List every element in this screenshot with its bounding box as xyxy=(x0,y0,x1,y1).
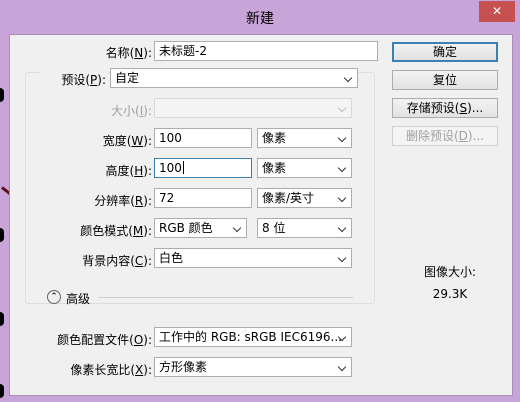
chevron-down-icon xyxy=(339,105,347,111)
ok-button[interactable]: 确定 xyxy=(392,42,498,62)
background-label: 背景内容(C): xyxy=(82,254,152,268)
delete-preset-button: 删除预设(D)... xyxy=(392,126,498,146)
background-select[interactable]: 白色 xyxy=(154,248,352,268)
height-field[interactable]: 100 xyxy=(154,158,252,178)
name-label: 名称(N): xyxy=(105,46,152,60)
edge-dot xyxy=(0,88,4,102)
color-profile-label: 颜色配置文件(O): xyxy=(57,333,152,347)
bit-depth-select[interactable]: 8 位 xyxy=(257,218,352,238)
resolution-field[interactable]: 72 xyxy=(154,188,252,208)
resolution-unit-select[interactable]: 像素/英寸 xyxy=(257,188,352,208)
chevron-down-icon xyxy=(339,165,347,171)
advanced-label[interactable]: 高级 xyxy=(66,290,90,307)
advanced-toggle-icon[interactable]: ⌃ xyxy=(47,290,61,304)
edge-dot xyxy=(0,384,4,398)
height-label: 高度(H): xyxy=(105,164,152,178)
resolution-label: 分辨率(R): xyxy=(94,194,152,208)
title-bar: 新建 xyxy=(0,0,520,34)
edge-dot xyxy=(0,228,4,242)
pixel-aspect-label: 像素长宽比(X): xyxy=(70,363,152,377)
text-caret xyxy=(182,161,184,174)
chevron-down-icon xyxy=(339,135,347,141)
chevron-down-icon xyxy=(234,225,242,231)
dialog-panel: 名称(N): 未标题-2 预设(P): 自定 大小(I): 宽度(W): 100… xyxy=(9,34,513,396)
size-label: 大小(I): xyxy=(111,104,152,118)
name-field[interactable]: 未标题-2 xyxy=(154,41,378,61)
width-unit-select[interactable]: 像素 xyxy=(257,128,352,148)
chevron-down-icon xyxy=(345,75,353,81)
size-select xyxy=(154,98,352,118)
reset-button[interactable]: 复位 xyxy=(392,70,498,90)
color-profile-select[interactable]: 工作中的 RGB: sRGB IEC6196... xyxy=(154,327,352,347)
image-size-value: 29.3K xyxy=(432,287,468,301)
advanced-divider xyxy=(98,297,353,298)
save-preset-button[interactable]: 存储预设(S)... xyxy=(392,98,498,118)
edge-dot xyxy=(0,312,4,326)
color-mode-label: 颜色模式(M): xyxy=(80,224,152,238)
height-unit-select[interactable]: 像素 xyxy=(257,158,352,178)
chevron-down-icon xyxy=(339,334,347,340)
pixel-aspect-select[interactable]: 方形像素 xyxy=(154,357,352,377)
close-button[interactable]: ✕ xyxy=(479,1,515,22)
width-label: 宽度(W): xyxy=(102,134,152,148)
width-field[interactable]: 100 xyxy=(154,128,252,148)
window-title: 新建 xyxy=(246,11,274,27)
chevron-down-icon xyxy=(339,225,347,231)
preset-label: 预设(P): xyxy=(40,71,108,88)
preset-select[interactable]: 自定 xyxy=(110,68,358,88)
color-mode-select[interactable]: RGB 颜色 xyxy=(154,218,247,238)
chevron-down-icon xyxy=(339,364,347,370)
chevron-down-icon xyxy=(339,195,347,201)
image-size-label: 图像大小: xyxy=(423,265,477,279)
chevron-down-icon xyxy=(339,255,347,261)
